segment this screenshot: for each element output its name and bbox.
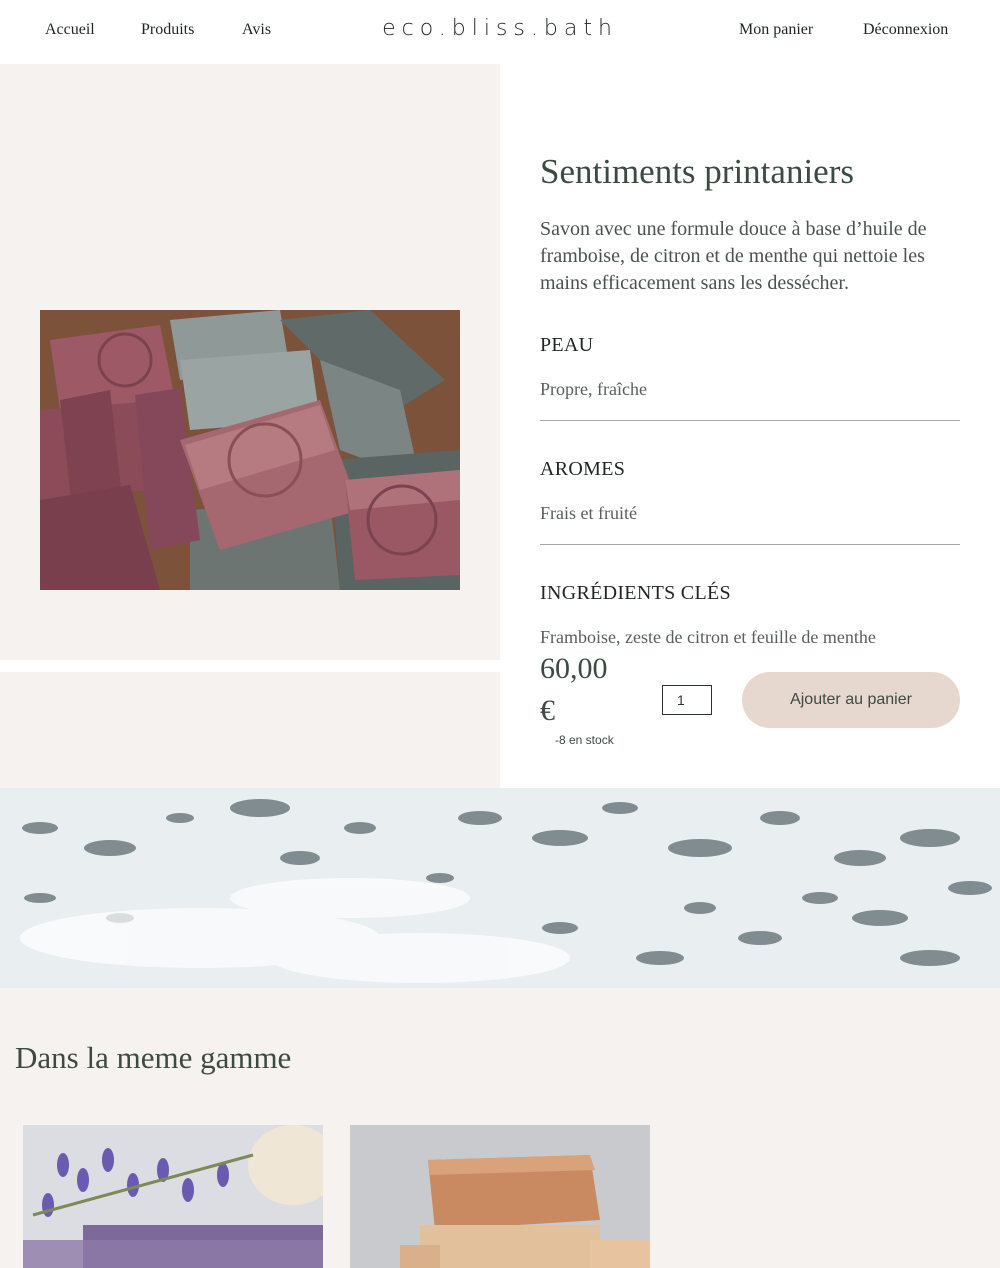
section-heading-ingredients: INGRÉDIENTS CLÉS <box>540 582 731 604</box>
quantity-input[interactable] <box>662 685 712 715</box>
product-price: 60,00 € <box>540 652 608 727</box>
product-title: Sentiments printaniers <box>540 152 854 191</box>
stock-count: -8 en stock <box>555 733 614 747</box>
related-product-card[interactable] <box>23 1125 323 1268</box>
section-value-peau: Propre, fraîche <box>540 379 647 399</box>
section-heading-peau: PEAU <box>540 334 594 356</box>
divider <box>540 420 960 421</box>
related-product-card[interactable] <box>350 1125 650 1268</box>
section-value-ingredients: Framboise, zeste de citron et feuille de… <box>540 627 876 647</box>
range-title: Dans la meme gamme <box>15 1040 292 1075</box>
foam-banner-image <box>0 788 1000 988</box>
product-description: Savon avec une formule douce à base d’hu… <box>540 218 927 294</box>
product-image-panel-bottom <box>0 672 500 788</box>
brand-logo[interactable]: eco.bliss.bath <box>0 16 1000 41</box>
product-image <box>40 310 460 590</box>
add-to-cart-button[interactable]: Ajouter au panier <box>742 672 960 728</box>
nav-mon-panier[interactable]: Mon panier <box>739 21 813 39</box>
section-value-aromes: Frais et fruité <box>540 503 637 523</box>
nav-deconnexion[interactable]: Déconnexion <box>863 21 948 39</box>
section-heading-aromes: AROMES <box>540 458 626 480</box>
top-nav: Accueil Produits Avis eco.bliss.bath Mon… <box>0 0 1000 64</box>
divider <box>540 544 960 545</box>
